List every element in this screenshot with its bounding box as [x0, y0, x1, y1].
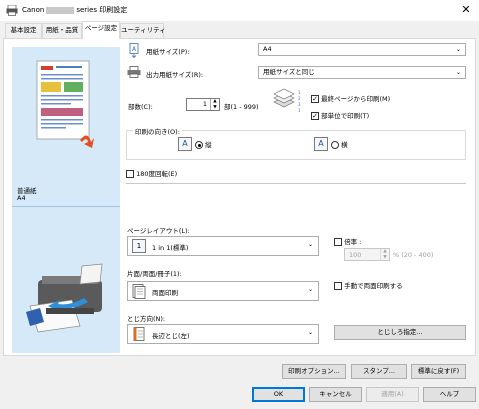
print-from-last-checkbox[interactable]: ✓: [311, 95, 319, 103]
copies-label: 部数(C):: [128, 103, 153, 111]
page-size-label: 用紙サイズ(P):: [146, 48, 190, 56]
output-size-label: 出力用紙サイズ(R):: [146, 71, 204, 79]
landscape-option[interactable]: 横: [331, 139, 348, 149]
page-size-icon: A: [129, 43, 139, 58]
window-title-prefix: Canon: [22, 6, 45, 14]
close-button[interactable]: ✕: [459, 3, 473, 17]
landscape-label: 横: [341, 141, 348, 149]
collate-option[interactable]: ✓ 部単位で印刷(T): [311, 110, 369, 120]
manual-duplex-label: 手動で両面印刷する: [344, 282, 403, 290]
manual-duplex-option[interactable]: 手動で両面印刷する: [334, 280, 403, 290]
rotate-180-option[interactable]: 180度回転(E): [126, 168, 177, 178]
window-title: Canon series 印刷設定: [22, 5, 127, 15]
page-layout-dropdown[interactable]: 1 1 in 1(標準) ⌄: [127, 236, 319, 256]
tab-page-setup[interactable]: ページ設定: [82, 21, 120, 39]
output-size-dropdown[interactable]: 用紙サイズと同じ ⌄: [258, 66, 466, 79]
copies-value: 1: [202, 100, 207, 108]
binding-label: とじ方向(N):: [127, 315, 166, 323]
svg-text:1: 1: [298, 90, 301, 95]
page-layout-label: ページレイアウト(L):: [127, 227, 190, 235]
copies-range: 部(1 - 999): [224, 103, 259, 111]
page-size-value: A4: [263, 45, 272, 53]
scaling-checkbox[interactable]: [334, 238, 342, 246]
tab-paper-quality[interactable]: 用紙・品質: [42, 23, 82, 38]
collate-pages-icon: 1 2 3 1: [273, 88, 301, 113]
copies-stepper[interactable]: 1 ▲ ▼: [186, 98, 220, 111]
print-from-last-option[interactable]: ✓ 最終ページから印刷(M): [311, 93, 390, 103]
portrait-label: 縦: [205, 141, 212, 149]
binding-dropdown[interactable]: 長辺とじ(左) ⌄: [127, 324, 319, 344]
page-preview-image: [36, 60, 94, 148]
scaling-label: 倍率 :: [344, 238, 362, 246]
chevron-down-icon: ⌄: [307, 241, 313, 248]
svg-text:1: 1: [298, 108, 301, 113]
printer-icon: [127, 66, 141, 78]
redacted-model-name: [46, 6, 75, 14]
landscape-icon: A: [314, 137, 328, 151]
rotate-180-label: 180度回転(E): [136, 170, 178, 178]
print-from-last-label: 最終ページから印刷(M): [321, 95, 391, 103]
help-button[interactable]: ヘルプ: [423, 387, 476, 402]
output-size-value: 用紙サイズと同じ: [263, 68, 315, 76]
page-size-dropdown[interactable]: A4 ⌄: [258, 43, 466, 56]
rotate-180-checkbox[interactable]: [126, 170, 134, 178]
portrait-option[interactable]: 縦: [195, 139, 212, 149]
ok-button[interactable]: OK: [252, 387, 305, 402]
manual-duplex-checkbox[interactable]: [334, 282, 342, 290]
print-options-button[interactable]: 印刷オプション...: [282, 364, 346, 379]
cancel-button[interactable]: キャンセル: [309, 387, 362, 402]
scaling-option[interactable]: 倍率 :: [334, 236, 361, 246]
binding-page-icon: [133, 327, 145, 341]
svg-text:2: 2: [298, 96, 301, 101]
scaling-range: % (20 - 400): [393, 251, 434, 259]
page-layout-icon: 1: [132, 239, 146, 253]
apply-button[interactable]: 適用(A): [366, 387, 419, 402]
tab-utility[interactable]: ユーティリティ: [120, 23, 166, 38]
landscape-radio[interactable]: [331, 141, 339, 149]
printer-app-icon: [6, 5, 18, 16]
chevron-down-icon: ⌄: [307, 329, 313, 336]
duplex-page-icon: [132, 284, 146, 299]
stamp-button[interactable]: スタンプ...: [351, 364, 407, 379]
chevron-down-icon: ⌄: [307, 286, 313, 293]
portrait-icon: A: [178, 137, 192, 151]
restore-defaults-button[interactable]: 標準に戻す(F): [411, 364, 466, 379]
tab-basic-settings[interactable]: 基本設定: [5, 23, 42, 38]
spin-arrows-icon[interactable]: ▲ ▼: [210, 99, 219, 110]
duplex-value: 両面印刷: [152, 289, 178, 297]
portrait-radio[interactable]: [195, 141, 203, 149]
scaling-value: 100: [349, 251, 362, 259]
chevron-down-icon: ⌄: [455, 46, 461, 53]
collate-checkbox[interactable]: ✓: [311, 112, 319, 120]
scaling-stepper: 100 ▲ ▼: [344, 248, 390, 261]
spin-arrows-icon: ▲ ▼: [380, 249, 389, 260]
orientation-legend: 印刷の向き(O):: [133, 126, 182, 136]
window-title-suffix: series 印刷設定: [76, 6, 128, 14]
page-layout-value: 1 in 1(標準): [152, 244, 189, 252]
section-divider: [126, 183, 466, 184]
preview-paper-size: A4: [17, 194, 26, 202]
collate-label: 部単位で印刷(T): [321, 112, 370, 120]
duplex-printer-illustration: [26, 263, 103, 333]
binding-value: 長辺とじ(左): [152, 332, 190, 340]
duplex-dropdown[interactable]: 両面印刷 ⌄: [127, 281, 319, 301]
duplex-label: 片面/両面/冊子(1):: [127, 270, 182, 278]
chevron-down-icon: ⌄: [455, 69, 461, 76]
svg-text:3: 3: [298, 102, 301, 107]
preview-divider: [12, 206, 120, 207]
binding-margin-button[interactable]: とじしろ指定...: [334, 325, 466, 340]
